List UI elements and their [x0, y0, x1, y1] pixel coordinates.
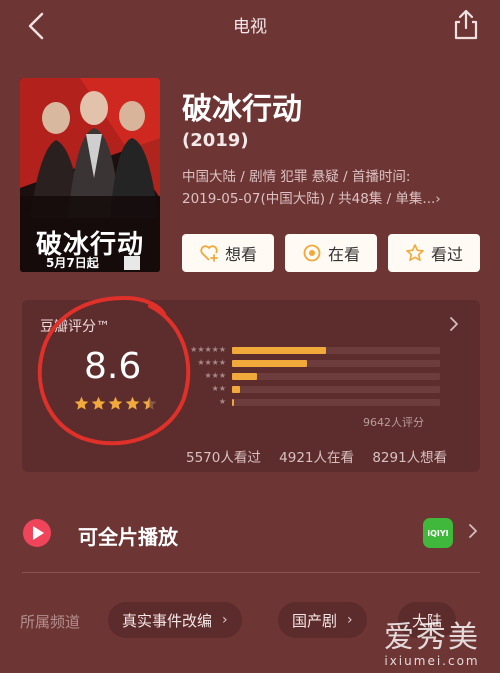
distribution-bar	[232, 347, 326, 354]
watermark-sub: ixiumei.com	[384, 654, 480, 668]
tag-label: 国产剧	[292, 611, 338, 630]
rating-score: 8.6	[84, 346, 142, 387]
rating-stars	[74, 396, 157, 411]
distribution-track	[232, 373, 440, 380]
watermark: 爱秀美 ixiumei.com	[384, 620, 480, 669]
distribution-track	[232, 386, 440, 393]
star-icon	[142, 396, 157, 410]
iqiyi-logo-icon: iQIYI	[423, 518, 453, 548]
star-icon	[125, 396, 140, 410]
watermark-main: 爱秀美	[384, 620, 480, 655]
heart-plus-icon	[200, 245, 218, 262]
rating-distribution: ★★★★★ ★★★★ ★★★ ★★ ★	[174, 345, 454, 416]
chevron-right-icon: ›	[222, 612, 228, 628]
votes-count: 9642人评分	[363, 416, 424, 429]
watch-counts: 5570人看过 4921人在看 8291人想看	[186, 446, 461, 466]
chevron-right-icon[interactable]	[448, 316, 460, 332]
distribution-stars-icon: ★★★★	[197, 358, 226, 367]
distribution-bar	[232, 386, 241, 393]
show-meta[interactable]: 中国大陆 / 剧情 犯罪 悬疑 / 首播时间: 2019-05-07(中国大陆)…	[182, 166, 478, 210]
target-icon	[303, 244, 321, 262]
star-icon	[74, 396, 89, 410]
distribution-stars-icon: ★★	[211, 384, 226, 393]
distribution-stars-icon: ★★★	[204, 371, 226, 380]
rating-card[interactable]: 豆瓣评分™ 8.6 ★★★★★ ★★★★ ★★★ ★★ ★ 9642人评分 5570人看…	[22, 295, 480, 472]
rating-label: 豆瓣评分™	[40, 319, 110, 335]
distribution-bar	[232, 360, 307, 367]
share-icon[interactable]	[450, 8, 482, 42]
distribution-row: ★★★★	[174, 358, 454, 369]
star-outline-icon	[406, 244, 424, 262]
meta-line-2: 2019-05-07(中国大陆) / 共48集 / 单集...›	[182, 191, 441, 207]
play-icon	[23, 519, 51, 547]
distribution-bar	[232, 373, 257, 380]
chevron-right-icon: ›	[347, 612, 353, 628]
playback-label: 可全片播放	[78, 525, 178, 549]
poster-image[interactable]: 破冰行动 5月7日起	[20, 78, 160, 272]
channel-tag-domestic-drama[interactable]: 国产剧 ›	[278, 602, 367, 638]
meta-line-1: 中国大陆 / 剧情 犯罪 悬疑 / 首播时间:	[182, 169, 411, 185]
channel-label: 所属频道	[20, 613, 81, 631]
divider	[22, 572, 480, 573]
star-icon	[108, 396, 123, 410]
page-title: 电视	[233, 17, 267, 37]
distribution-stars-icon: ★★★★★	[190, 345, 226, 354]
distribution-bar	[232, 399, 235, 406]
watched-button[interactable]: 看过	[388, 234, 480, 272]
star-icon	[91, 396, 106, 410]
distribution-row: ★★★	[174, 371, 454, 382]
top-bar: 电视	[0, 0, 500, 50]
distribution-row: ★★★★★	[174, 345, 454, 356]
watching-label: 在看	[327, 245, 360, 264]
distribution-row: ★	[174, 397, 454, 408]
distribution-row: ★★	[174, 384, 454, 395]
tag-label: 真实事件改编	[122, 611, 213, 630]
playback-row[interactable]: 可全片播放 iQIYI	[0, 496, 500, 572]
want-to-watch-button[interactable]: 想看	[182, 234, 274, 272]
poster-date: 5月7日起	[46, 256, 99, 270]
want-to-watch-label: 想看	[224, 245, 257, 264]
watching-button[interactable]: 在看	[285, 234, 377, 272]
want-count[interactable]: 8291人想看	[372, 450, 447, 466]
distribution-track	[232, 399, 440, 406]
show-year: (2019)	[182, 130, 249, 151]
show-title: 破冰行动	[182, 92, 302, 127]
watched-label: 看过	[430, 245, 463, 264]
chevron-right-icon	[469, 524, 477, 538]
watched-count[interactable]: 5570人看过	[186, 450, 261, 466]
watching-count[interactable]: 4921人在看	[279, 450, 354, 466]
distribution-stars-icon: ★	[218, 397, 226, 406]
channel-tag-true-story[interactable]: 真实事件改编 ›	[108, 602, 242, 638]
